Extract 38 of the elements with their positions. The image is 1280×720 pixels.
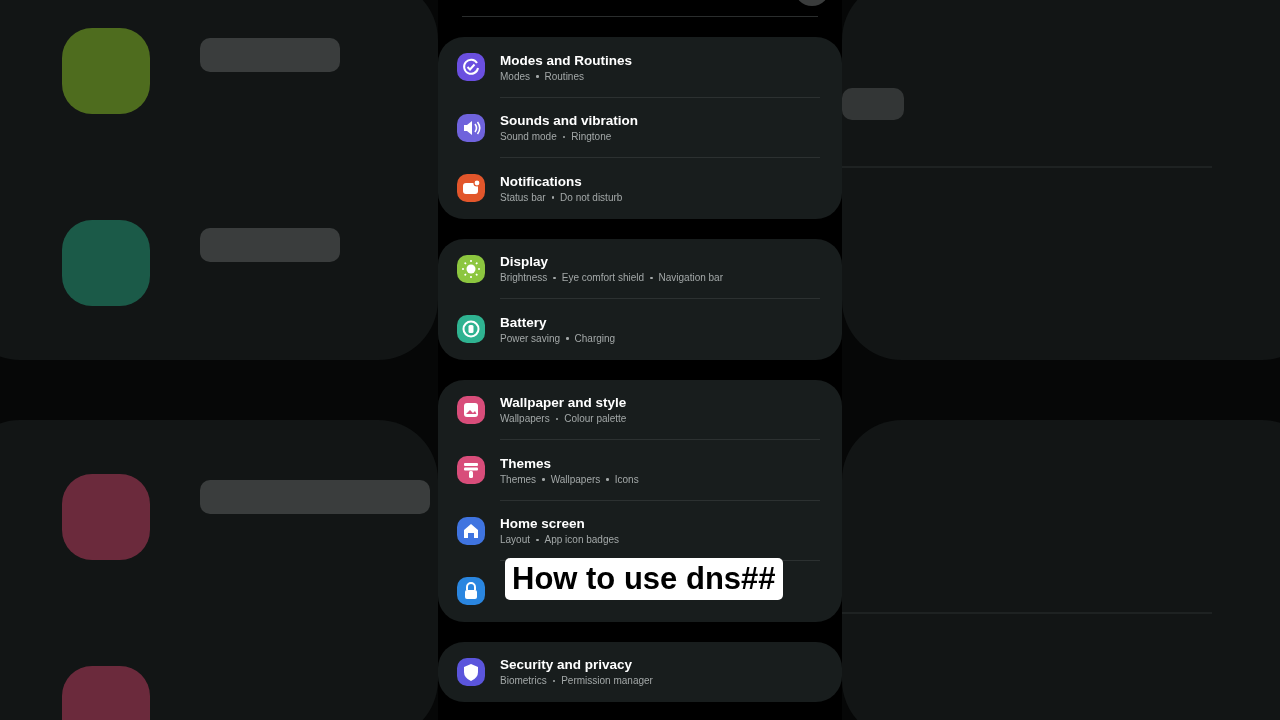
setting-title[interactable]: Battery <box>500 314 616 330</box>
setting-title[interactable]: Display <box>500 254 723 270</box>
setting-subtitle: Themes <box>500 473 537 485</box>
separator-dot-icon <box>536 538 539 541</box>
setting-subtitle: Brightness <box>500 272 548 284</box>
setting-subtitle: Modes <box>500 70 530 82</box>
separator-dot-icon <box>566 337 569 340</box>
setting-subtitle: Wallpapers <box>550 473 601 485</box>
setting-subtitle: Sound mode <box>500 131 557 143</box>
setting-subtitle: Do not disturb <box>560 191 623 203</box>
setting-subtitle: App icon badges <box>544 534 620 546</box>
setting-subtitle: Ringtone <box>571 131 612 143</box>
setting-subtitle: Layout <box>500 534 531 546</box>
setting-subtitle: Wallpapers <box>500 413 550 425</box>
separator-dot-icon <box>536 75 539 78</box>
setting-subtitle: Icons <box>614 473 639 485</box>
separator-dot-icon <box>606 478 609 481</box>
separator-dot-icon <box>542 478 545 481</box>
setting-title[interactable]: Themes <box>500 455 639 471</box>
setting-subtitle: Status bar <box>500 191 546 203</box>
setting-title[interactable]: Notifications <box>500 173 623 189</box>
setting-subtitle: Eye comfort shield <box>561 272 644 284</box>
setting-subtitle: Power saving <box>500 332 561 344</box>
setting-subtitle: Colour palette <box>564 413 627 425</box>
setting-subtitle: Routines <box>544 70 584 82</box>
separator-dot-icon <box>650 276 653 279</box>
separator-dot-icon <box>553 276 556 279</box>
setting-subtitle: Navigation bar <box>658 272 723 284</box>
setting-subtitle: Charging <box>574 332 616 344</box>
setting-subtitle: Biometrics <box>500 675 547 687</box>
setting-title[interactable]: Wallpaper and style <box>500 395 627 411</box>
setting-title[interactable]: Home screen <box>500 516 620 532</box>
setting-subtitle: Permission manager <box>561 675 653 687</box>
setting-title[interactable]: Security and privacy <box>500 657 653 673</box>
separator-dot-icon <box>551 196 555 199</box>
video-caption: How to use dns## <box>505 558 783 600</box>
setting-title[interactable]: Modes and Routines <box>500 52 632 68</box>
setting-title[interactable]: Sounds and vibration <box>500 113 638 129</box>
